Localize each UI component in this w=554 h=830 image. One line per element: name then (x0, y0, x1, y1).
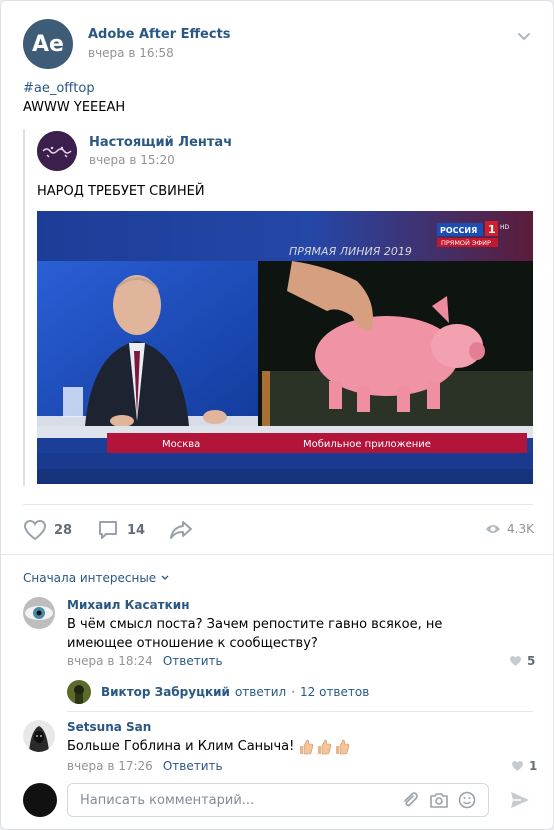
eye-icon (486, 525, 500, 533)
repost-author[interactable]: Настоящий Лентач (89, 135, 232, 150)
thumbs-up-icon (300, 739, 314, 754)
share-button[interactable] (169, 519, 193, 541)
lentach-logo-icon (37, 131, 77, 171)
comment-text: Больше Гоблина и Клим Саныча! (67, 737, 487, 756)
reply-button[interactable]: Ответить (163, 654, 223, 668)
chevron-down-icon[interactable] (515, 27, 533, 45)
comment-icon (99, 521, 117, 539)
thread-avatar[interactable] (67, 680, 91, 704)
thumbs-up-emojis (298, 739, 350, 755)
like-button[interactable]: 28 (23, 519, 72, 541)
comment-like-count: 5 (527, 654, 536, 668)
hooded-figure-photo (23, 720, 55, 752)
heart-icon (510, 656, 521, 666)
commenter-eye-photo (23, 597, 55, 629)
thread-action: ответил (234, 685, 287, 699)
comment-like-count: 1 (529, 759, 538, 773)
comment-meta: вчера в 17:26 Ответить (67, 759, 223, 773)
comment-divider (67, 711, 533, 712)
comment-author[interactable]: Setsuna San (67, 720, 151, 734)
comment-button[interactable]: 14 (97, 519, 145, 541)
channel-number: 1 (488, 223, 496, 236)
avatar-text: Ae (32, 31, 64, 57)
post-card: Ae Adobe After Effects вчера в 16:58 #ae… (0, 0, 554, 830)
thread-summary[interactable]: Виктор Забруцкий ответил · 12 ответов (101, 685, 369, 699)
tv-banner-text: ПРЯМАЯ ЛИНИЯ 2019 (289, 245, 412, 258)
thumbs-up-icon (336, 739, 350, 754)
chevron-down-icon (161, 575, 169, 580)
tv-broadcast-picture: ПРЯМАЯ ЛИНИЯ 2019 РОССИЯ 1 HD ПРЯМОЙ ЭФИ… (37, 211, 533, 484)
comment-avatar[interactable] (23, 720, 55, 752)
repost-text: НАРОД ТРЕБУЕТ СВИНЕЙ (37, 184, 205, 199)
post-author[interactable]: Adobe After Effects (88, 27, 231, 42)
actions-divider (23, 504, 533, 505)
views-counter: 4.3K (485, 522, 534, 536)
post-image[interactable]: ПРЯМАЯ ЛИНИЯ 2019 РОССИЯ 1 HD ПРЯМОЙ ЭФИ… (37, 211, 533, 484)
heart-icon (512, 761, 523, 771)
repost-time[interactable]: вчера в 15:20 (89, 153, 175, 167)
post-text: AWWW YEEEAH (23, 100, 126, 115)
comment-count: 14 (127, 522, 146, 538)
post-time[interactable]: вчера в 16:58 (88, 46, 174, 60)
community-avatar[interactable]: Ae (23, 19, 73, 69)
smile-icon[interactable] (458, 791, 476, 809)
views-count: 4.3K (507, 522, 534, 536)
comment-input-box[interactable] (67, 783, 489, 817)
repost-avatar[interactable] (37, 131, 77, 171)
thread-count[interactable]: 12 ответов (300, 685, 369, 699)
channel-hd: HD (500, 224, 510, 231)
comment-like-button[interactable]: 5 (509, 654, 535, 668)
reply-button[interactable]: Ответить (163, 759, 223, 773)
channel-logo-text: РОССИЯ (440, 226, 477, 235)
thumbs-up-icon (318, 739, 332, 754)
thread-author[interactable]: Виктор Забруцкий (101, 685, 230, 699)
comments-sort[interactable]: Сначала интересные (23, 571, 170, 585)
send-icon[interactable] (509, 789, 531, 811)
heart-icon (23, 519, 47, 541)
attach-icon[interactable] (401, 791, 419, 809)
comment-time[interactable]: вчера в 17:26 (67, 759, 153, 773)
comments-divider (1, 554, 553, 555)
share-icon (170, 521, 192, 539)
comment-time[interactable]: вчера в 18:24 (67, 654, 153, 668)
camera-icon[interactable] (429, 791, 449, 809)
post-hashtag[interactable]: #ae_offtop (23, 81, 95, 96)
caption-left: Москва (162, 439, 200, 450)
comments-sort-label: Сначала интересные (23, 571, 157, 585)
like-count: 28 (54, 522, 73, 538)
comment-like-button[interactable]: 1 (511, 759, 537, 773)
comment-text: В чём смысл поста? Зачем репостите гавно… (67, 617, 443, 651)
comment-input[interactable] (80, 792, 380, 808)
comment-text-content: Больше Гоблина и Клим Саныча! (67, 739, 295, 754)
comment-author[interactable]: Михаил Касаткин (67, 598, 189, 612)
repost-divider (23, 129, 25, 486)
thread-avatar-photo (67, 680, 91, 704)
user-avatar[interactable] (23, 783, 57, 817)
comment-meta: вчера в 18:24 Ответить (67, 654, 223, 668)
comment-avatar[interactable] (23, 597, 55, 629)
live-label: ПРЯМОЙ ЭФИР (441, 238, 491, 247)
caption-right: Мобильное приложение (303, 439, 431, 450)
